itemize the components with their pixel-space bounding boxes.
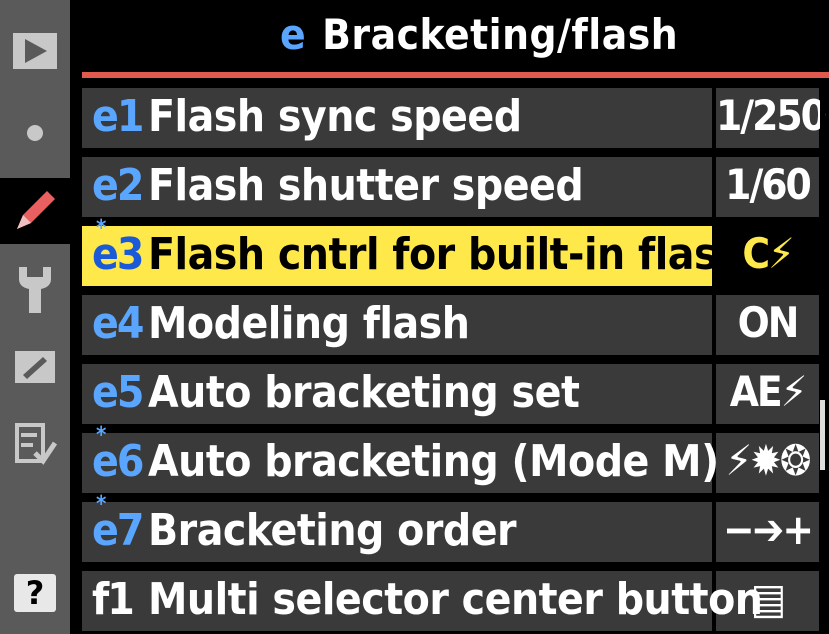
menu-group-title: Bracketing/flash	[322, 10, 679, 59]
my-menu-tab[interactable]	[0, 412, 70, 478]
menu-item-label: Auto bracketing set	[148, 367, 580, 418]
menu-item-code: e2	[92, 160, 144, 211]
menu-item-value: AE⚡	[729, 367, 808, 416]
menu-item-label: Bracketing order	[148, 505, 517, 556]
menu-item-e7[interactable]: * e7 Bracketing order −➔+	[82, 492, 819, 562]
menu-item-e3[interactable]: * e3 Flash cntrl for built-in flash C⚡	[82, 216, 819, 286]
scrollbar-track	[820, 88, 825, 634]
retouch-menu-tab[interactable]	[0, 334, 70, 400]
retouch-icon	[15, 351, 55, 383]
menu-item-code: e6	[92, 436, 144, 487]
menu-item-label: Modeling flash	[148, 298, 470, 349]
menu-item-e1[interactable]: e1 Flash sync speed 1/250	[82, 88, 827, 148]
menu-item-code: e4	[92, 298, 144, 349]
wrench-icon	[19, 267, 51, 313]
playback-menu-tab[interactable]	[0, 18, 70, 84]
menu-item-code: e5	[92, 367, 144, 418]
play-icon	[13, 33, 57, 69]
menu-item-code: e1	[92, 91, 144, 142]
camera-icon	[27, 125, 43, 141]
menu-item-value: 1/60	[725, 160, 812, 209]
menu-item-value: ⚡✹❂	[725, 436, 812, 485]
menu-header: e Bracketing/flash	[70, 0, 829, 72]
menu-item-code: e7	[92, 505, 144, 556]
page-title: e Bracketing/flash	[280, 10, 678, 59]
shooting-menu-tab[interactable]	[0, 100, 70, 166]
menu-item-value: ▤	[750, 574, 787, 623]
menu-item-value: −➔+	[723, 505, 814, 554]
setup-menu-tab[interactable]	[0, 256, 70, 322]
menu-item-code: e3	[92, 229, 144, 280]
menu-item-label: Flash cntrl for built-in flash	[148, 229, 745, 280]
menu-item-label: Multi selector center button	[148, 574, 763, 625]
scrollbar-thumb[interactable]	[820, 400, 825, 470]
menu-item-e6[interactable]: * e6 Auto bracketing (Mode M) ⚡✹❂	[82, 423, 819, 493]
menu-item-label: Auto bracketing (Mode M)	[148, 436, 719, 487]
help-button[interactable]: ?	[14, 574, 56, 612]
menu-group-code: e	[280, 10, 307, 59]
custom-settings-tab[interactable]	[0, 178, 70, 244]
menu-item-code: f1	[92, 574, 135, 625]
menu-item-e2[interactable]: e2 Flash shutter speed 1/60	[82, 157, 819, 217]
title-divider	[82, 72, 829, 78]
menu-item-label: Flash shutter speed	[148, 160, 584, 211]
pencil-icon	[17, 191, 55, 229]
menu-item-value: C⚡	[742, 229, 794, 278]
my-menu-icon	[15, 423, 57, 465]
menu-item-e5[interactable]: e5 Auto bracketing set AE⚡	[82, 364, 819, 424]
menu-item-e4[interactable]: e4 Modeling flash ON	[82, 295, 819, 355]
menu-item-value: 1/250	[716, 91, 827, 140]
menu-item-f1[interactable]: f1 Multi selector center button ▤	[82, 571, 819, 631]
menu-item-label: Flash sync speed	[148, 91, 522, 142]
menu-sidebar: ?	[0, 0, 70, 634]
menu-item-value: ON	[737, 298, 800, 347]
